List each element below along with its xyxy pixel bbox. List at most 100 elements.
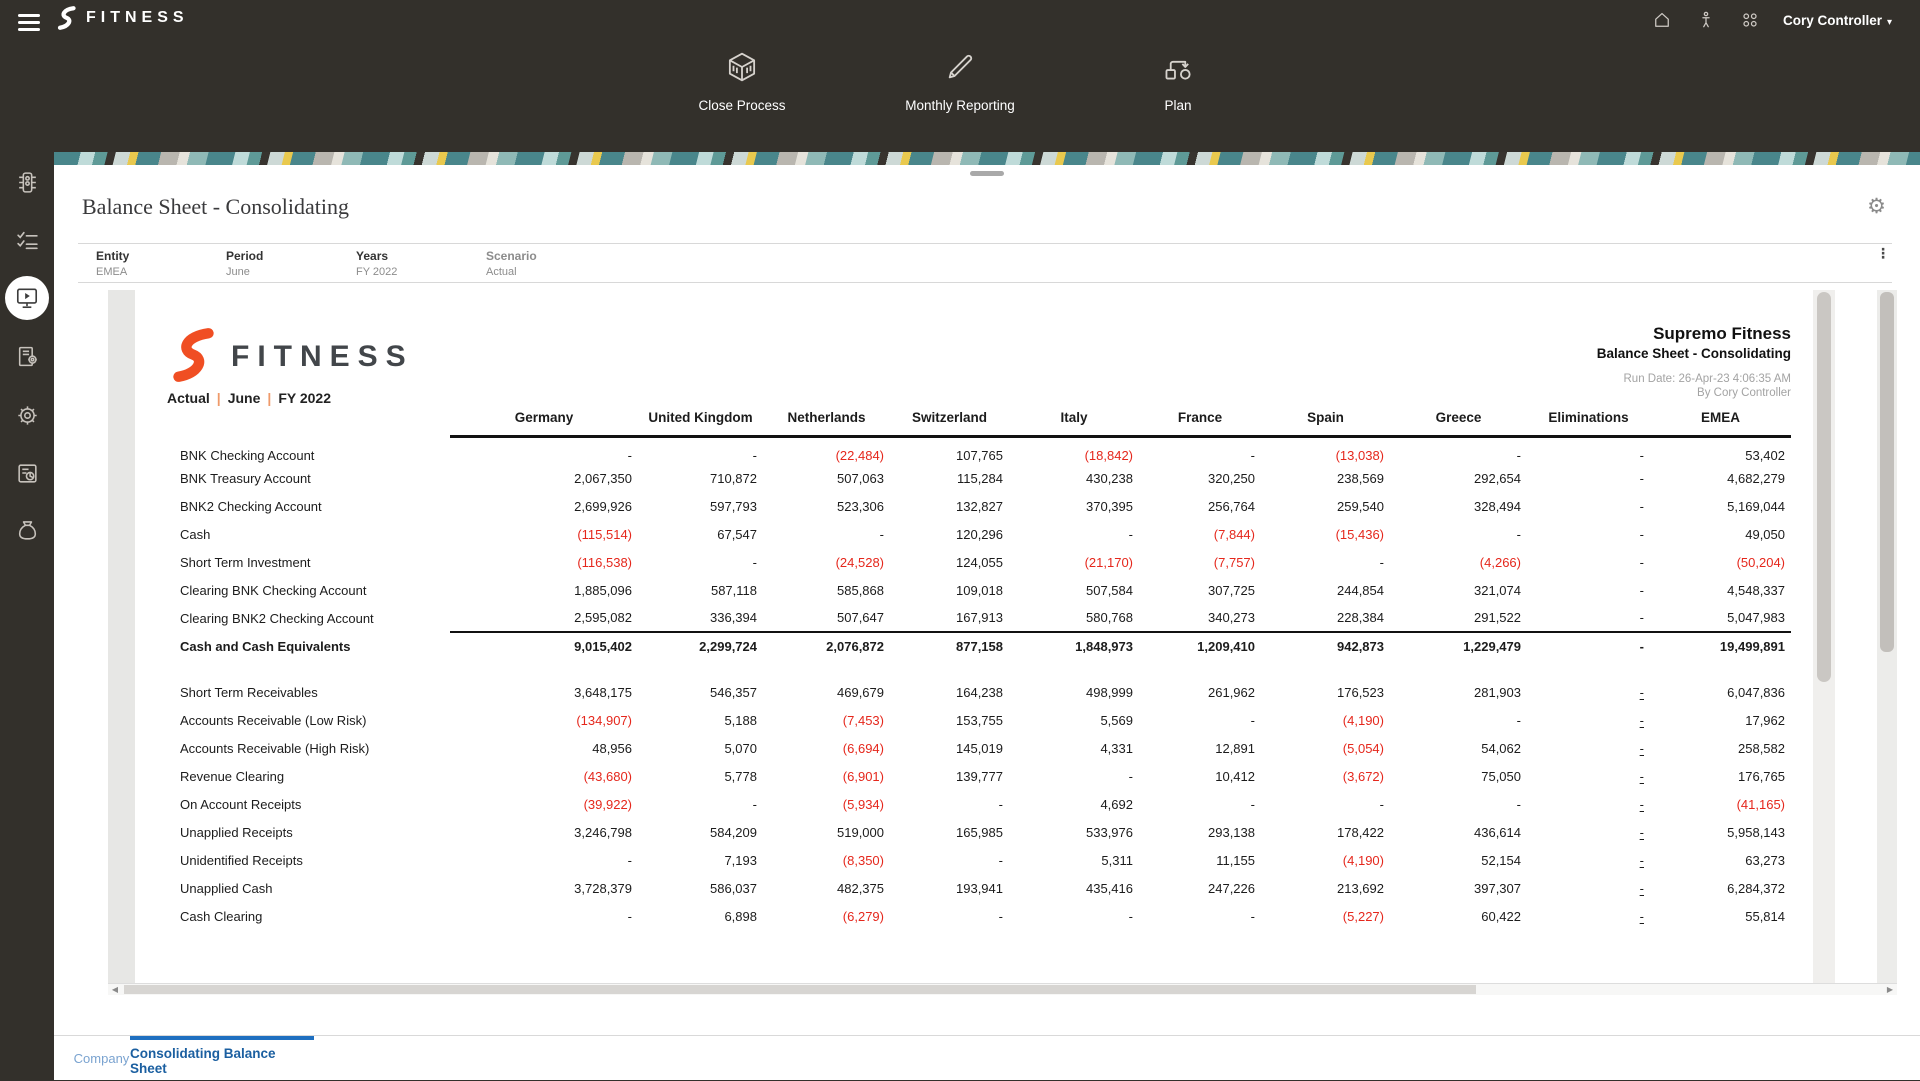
cell-value: 507,647 [763,604,890,632]
panel-gear-icon[interactable]: ⚙ [1867,194,1886,219]
sidebar-item-reports-selected[interactable] [5,276,49,320]
scroll-right-arrow-icon[interactable]: ▶ [1883,984,1897,995]
accessibility-icon[interactable] [1695,9,1717,31]
cell-value[interactable]: - [1527,846,1650,874]
cell-value: - [1261,790,1390,818]
cell-value: - [1527,436,1650,464]
cell-value: 4,331 [1009,734,1139,762]
sidebar-item-currency[interactable] [0,506,54,554]
cell-value: (3,672) [1261,762,1390,790]
report-page: FITNESS Actual|June|FY 2022 Supremo Fitn… [135,290,1807,983]
cell-value: - [638,548,763,576]
cell-value: - [450,902,638,930]
row-label: On Account Receipts [180,790,450,818]
cell-value: - [890,846,1009,874]
cell-value: (24,528) [763,548,890,576]
cell-value: 193,941 [890,874,1009,902]
tab-company[interactable]: Company [64,1036,139,1081]
cell-value: - [638,436,763,464]
cell-value: 164,238 [890,678,1009,706]
apps-grid-icon[interactable] [1739,9,1761,31]
cell-value: 469,679 [763,678,890,706]
cell-value: 498,999 [1009,678,1139,706]
cell-value: (116,538) [450,548,638,576]
cell-value: 124,055 [890,548,1009,576]
cell-value: - [1139,706,1261,734]
cell-value: 115,284 [890,464,1009,492]
tab-consolidating-balance-sheet[interactable]: Consolidating Balance Sheet [130,1036,314,1081]
cell-value[interactable]: - [1527,818,1650,846]
kebab-menu-icon[interactable]: ⋮ [1876,247,1890,259]
cell-value[interactable]: - [1527,678,1650,706]
report-vertical-scrollbar[interactable] [1813,290,1835,983]
cell-value[interactable]: - [1527,902,1650,930]
pov-years[interactable]: Years FY 2022 [338,244,468,282]
cell-value: 258,582 [1650,734,1791,762]
gear-icon [15,403,40,428]
report-company: Supremo Fitness [1597,324,1791,344]
nav-monthly-reporting[interactable]: Monthly Reporting [885,50,1035,113]
table-row: Accounts Receivable (Low Risk)(134,907)5… [180,706,1791,734]
panel-vertical-scrollbar[interactable] [1877,290,1897,983]
tasks-checklist-icon [15,228,40,253]
cell-value: 63,273 [1650,846,1791,874]
pov-entity[interactable]: Entity EMEA [78,244,208,282]
scroll-thumb[interactable] [1880,292,1894,652]
cell-value: 292,654 [1390,464,1527,492]
cell-value: 67,547 [638,520,763,548]
cell-value: 19,499,891 [1650,632,1791,660]
cell-value: 584,209 [638,818,763,846]
row-label: Short Term Investment [180,548,450,576]
cell-value: 4,548,337 [1650,576,1791,604]
cell-value: 6,898 [638,902,763,930]
cell-value: 3,648,175 [450,678,638,706]
scroll-left-arrow-icon[interactable]: ◀ [108,984,122,995]
cell-value: (4,266) [1390,548,1527,576]
column-header: Germany [450,410,638,436]
cell-value: (5,227) [1261,902,1390,930]
pencil-icon [943,50,977,98]
sidebar-item-journals[interactable] [0,332,54,380]
sidebar-item-settings[interactable] [0,391,54,439]
cell-value: 597,793 [638,492,763,520]
hamburger-menu-icon[interactable] [18,10,40,30]
nav-close-process[interactable]: Close Process [667,50,817,113]
cell-value: (50,204) [1650,548,1791,576]
nav-plan[interactable]: Plan [1103,50,1253,113]
cell-value[interactable]: - [1527,734,1650,762]
cell-value: 3,246,798 [450,818,638,846]
cell-value: 370,395 [1009,492,1139,520]
sidebar-item-reports-analysis[interactable] [0,449,54,497]
cell-value: 436,614 [1390,818,1527,846]
cell-value: - [1390,436,1527,464]
sidebar-item-processes[interactable] [0,158,54,206]
cell-value: (7,453) [763,706,890,734]
cell-value: 1,229,479 [1390,632,1527,660]
cell-value[interactable]: - [1527,706,1650,734]
column-header: Greece [1390,410,1527,436]
scroll-thumb[interactable] [124,985,1476,994]
cell-value: 877,158 [890,632,1009,660]
cell-value: 507,584 [1009,576,1139,604]
cell-value: - [450,846,638,874]
panel-drag-handle[interactable] [970,171,1004,176]
cell-value: 228,384 [1261,604,1390,632]
pov-period[interactable]: Period June [208,244,338,282]
cell-value[interactable]: - [1527,762,1650,790]
cell-value[interactable]: - [1527,874,1650,902]
scroll-thumb[interactable] [1817,292,1831,682]
cell-value[interactable]: - [1527,790,1650,818]
sidebar-item-tasks[interactable] [0,216,54,264]
home-icon[interactable] [1651,9,1673,31]
separator: | [210,390,228,406]
cell-value: 145,019 [890,734,1009,762]
cell-value: 244,854 [1261,576,1390,604]
left-sidebar [0,152,54,1080]
cell-value: 340,273 [1139,604,1261,632]
report-horizontal-scrollbar[interactable]: ◀ ▶ [108,983,1897,995]
cell-value: 2,699,926 [450,492,638,520]
cell-value: - [1009,762,1139,790]
user-menu[interactable]: Cory Controller▾ [1783,13,1892,28]
cell-value: 2,595,082 [450,604,638,632]
pov-scenario[interactable]: Scenario Actual [468,244,598,282]
